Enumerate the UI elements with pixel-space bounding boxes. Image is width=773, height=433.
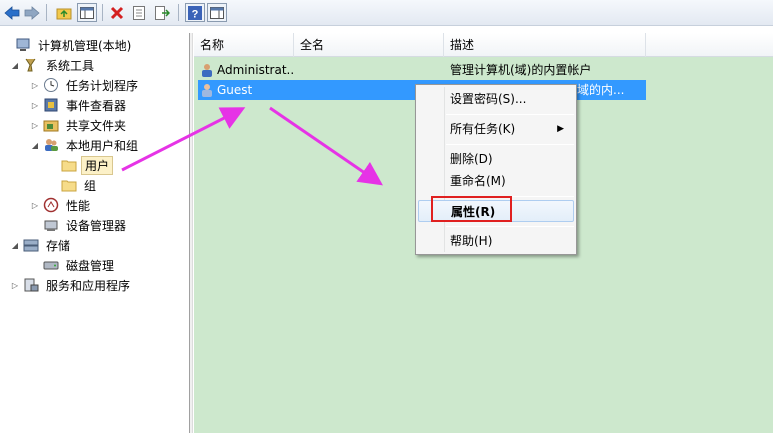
tree-item-device-manager[interactable]: 设备管理器 (30, 215, 129, 235)
menu-separator (446, 226, 574, 227)
folder-icon (61, 177, 77, 193)
tree-label: 性能 (66, 198, 91, 213)
help-button[interactable]: ? (185, 3, 205, 22)
annotation-highlight-box (431, 196, 512, 222)
user-icon (199, 80, 215, 100)
cell-description: 管理计算机(域)的内置帐户 (450, 63, 592, 77)
column-header-description[interactable]: 描述 (444, 33, 646, 57)
cell-fullname (300, 60, 440, 80)
device-manager-icon (43, 217, 59, 233)
tree-label: 存储 (46, 238, 71, 253)
performance-icon (43, 197, 59, 213)
tree-label: 任务计划程序 (66, 78, 139, 93)
console-tree: 计算机管理(本地) ◢ 系统工具 ▷ 任务计划程序 ▷ 事件查看器 ▷ 共享文件… (0, 33, 189, 433)
tree-item-task-scheduler[interactable]: ▷ 任务计划程序 (30, 75, 141, 95)
computer-management-icon (15, 37, 31, 53)
cell-name: Guest (217, 83, 253, 97)
tree-label: 本地用户和组 (66, 138, 139, 153)
folder-icon (61, 157, 77, 173)
menu-item-rename[interactable]: 重命名(M) (418, 170, 574, 192)
forward-arrow-icon (24, 5, 40, 20)
menu-separator (446, 144, 574, 145)
menu-item-set-password[interactable]: 设置密码(S)... (418, 88, 574, 110)
disk-management-icon (43, 257, 59, 273)
delete-button[interactable] (107, 3, 127, 22)
tree-item-disk-management[interactable]: 磁盘管理 (30, 255, 117, 275)
tree-label: 组 (84, 178, 97, 193)
console-tree-icon (80, 6, 94, 19)
tree-label: 事件查看器 (66, 98, 127, 113)
column-header-fullname[interactable]: 全名 (294, 33, 444, 57)
tree-item-system-tools[interactable]: ◢ 系统工具 (10, 55, 97, 75)
tree-label: 共享文件夹 (66, 118, 127, 133)
toolbar: ? (0, 0, 773, 26)
properties-button[interactable] (129, 3, 149, 22)
tree-label: 用户 (81, 155, 114, 175)
event-viewer-icon (43, 97, 59, 113)
back-button[interactable] (2, 3, 22, 22)
tree-item-event-viewer[interactable]: ▷ 事件查看器 (30, 95, 129, 115)
menu-item-label: 所有任务(K) (450, 122, 516, 136)
tree-item-shared-folders[interactable]: ▷ 共享文件夹 (30, 115, 129, 135)
tree-label: 设备管理器 (66, 218, 127, 233)
user-icon (199, 60, 215, 80)
storage-icon (23, 237, 39, 253)
column-header-name[interactable]: 名称 (194, 33, 294, 57)
tree-item-services-applications[interactable]: ▷ 服务和应用程序 (10, 275, 133, 295)
tree-item-groups[interactable]: 组 (48, 175, 99, 195)
menu-separator (446, 114, 574, 115)
tree-item-computer-management[interactable]: 计算机管理(本地) (2, 35, 134, 55)
action-pane-icon (210, 6, 224, 19)
context-menu: 设置密码(S)... 所有任务(K) ▶ 删除(D) 重命名(M) 属性(R) … (415, 84, 577, 255)
menu-item-help[interactable]: 帮助(H) (418, 230, 574, 252)
back-arrow-icon (4, 5, 20, 20)
submenu-arrow-icon: ▶ (557, 124, 564, 134)
services-apps-icon (23, 277, 39, 293)
list-header: 名称 全名 描述 (194, 33, 773, 57)
up-level-button[interactable] (54, 3, 74, 22)
forward-button[interactable] (22, 3, 42, 22)
menu-item-delete[interactable]: 删除(D) (418, 148, 574, 170)
list-row-administrator[interactable]: Administrat... 管理计算机(域)的内置帐户 (194, 60, 773, 80)
tree-label: 服务和应用程序 (46, 278, 131, 293)
cell-description: 域的内... (577, 83, 625, 97)
properties-icon (133, 5, 145, 20)
tree-item-local-users-groups[interactable]: ◢ 本地用户和组 (30, 135, 141, 155)
tree-item-users[interactable]: 用户 (48, 155, 114, 175)
menu-item-all-tasks[interactable]: 所有任务(K) ▶ (418, 118, 574, 140)
task-scheduler-icon (43, 77, 59, 93)
help-icon: ? (188, 5, 202, 20)
tree-label: 磁盘管理 (66, 258, 115, 273)
tree-label: 系统工具 (46, 58, 95, 73)
cell-name: Administrat... (217, 63, 293, 77)
tree-item-performance[interactable]: ▷ 性能 (30, 195, 93, 215)
folder-up-icon (56, 8, 72, 19)
svg-text:?: ? (192, 8, 199, 20)
action-pane-button[interactable] (207, 3, 227, 22)
show-hide-tree-button[interactable] (77, 3, 97, 22)
tree-item-storage[interactable]: ◢ 存储 (10, 235, 73, 255)
local-users-groups-icon (43, 137, 59, 153)
pane-splitter[interactable] (189, 33, 193, 433)
tree-label: 计算机管理(本地) (38, 38, 132, 53)
system-tools-icon (23, 57, 39, 73)
export-icon (155, 5, 170, 20)
shared-folders-icon (43, 117, 59, 133)
delete-x-icon (110, 6, 124, 19)
export-list-button[interactable] (152, 3, 172, 22)
